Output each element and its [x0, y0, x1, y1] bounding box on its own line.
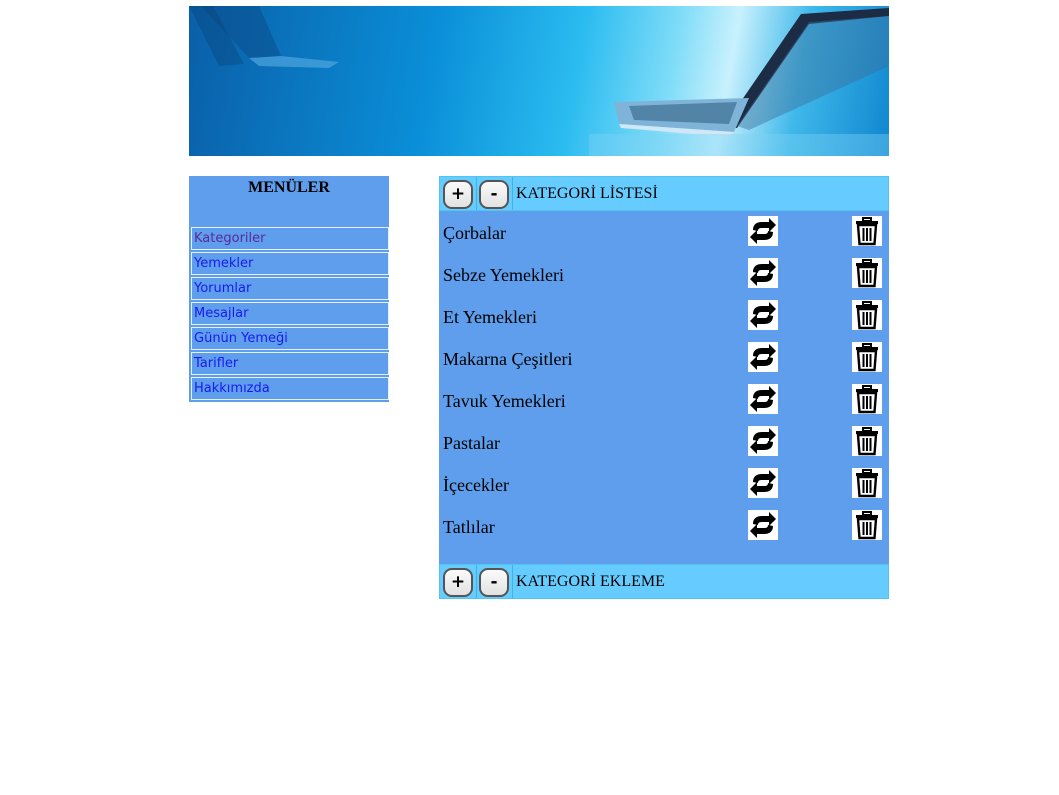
- trash-icon[interactable]: [852, 510, 882, 540]
- category-name: Pastalar: [443, 433, 500, 453]
- laptop-banner-image: [189, 6, 889, 156]
- menu-item-hakkimizda[interactable]: Hakkımızda: [191, 377, 389, 400]
- refresh-icon[interactable]: [748, 426, 778, 456]
- category-name: Sebze Yemekleri: [443, 265, 564, 285]
- category-row: Tavuk Yemekleri: [439, 380, 889, 422]
- category-row: Tatlılar: [439, 506, 889, 548]
- category-list-header: + - KATEGORİ LİSTESİ: [439, 176, 889, 211]
- trash-icon[interactable]: [852, 216, 882, 246]
- category-name: Tavuk Yemekleri: [443, 391, 566, 411]
- menu-item-tarifler[interactable]: Tarifler: [191, 352, 389, 375]
- collapse-button[interactable]: -: [479, 568, 509, 597]
- menu-item-mesajlar[interactable]: Mesajlar: [191, 302, 389, 325]
- refresh-icon[interactable]: [748, 468, 778, 498]
- category-name: Et Yemekleri: [443, 307, 537, 327]
- trash-icon[interactable]: [852, 468, 882, 498]
- divider: [512, 177, 513, 210]
- menu-item-yemekler[interactable]: Yemekler: [191, 252, 389, 275]
- divider: [512, 565, 513, 598]
- category-name: Makarna Çeşitleri: [443, 349, 573, 369]
- category-panel: + - KATEGORİ LİSTESİ Çorbalar Sebze Yemek…: [439, 176, 889, 599]
- category-add-header: + - KATEGORİ EKLEME: [439, 564, 889, 599]
- category-row: Çorbalar: [439, 212, 889, 254]
- category-row: Sebze Yemekleri: [439, 254, 889, 296]
- trash-icon[interactable]: [852, 426, 882, 456]
- refresh-icon[interactable]: [748, 258, 778, 288]
- category-name: Tatlılar: [443, 517, 495, 537]
- category-row: Pastalar: [439, 422, 889, 464]
- refresh-icon[interactable]: [748, 384, 778, 414]
- menu-item-gunun-yemegi[interactable]: Günün Yemeği: [191, 327, 389, 350]
- collapse-button[interactable]: -: [479, 180, 509, 209]
- category-list-title: KATEGORİ LİSTESİ: [516, 185, 658, 202]
- menu-item-yorumlar[interactable]: Yorumlar: [191, 277, 389, 300]
- category-name: Çorbalar: [443, 223, 506, 243]
- expand-button[interactable]: +: [443, 180, 473, 209]
- category-add-title: KATEGORİ EKLEME: [516, 573, 665, 590]
- refresh-icon[interactable]: [748, 300, 778, 330]
- sidebar-menu: MENÜLER Kategoriler Yemekler Yorumlar Me…: [189, 176, 389, 402]
- category-row: Makarna Çeşitleri: [439, 338, 889, 380]
- expand-button[interactable]: +: [443, 568, 473, 597]
- refresh-icon[interactable]: [748, 216, 778, 246]
- trash-icon[interactable]: [852, 384, 882, 414]
- trash-icon[interactable]: [852, 300, 882, 330]
- category-row: İçecekler: [439, 464, 889, 506]
- divider: [476, 177, 477, 210]
- trash-icon[interactable]: [852, 342, 882, 372]
- refresh-icon[interactable]: [748, 510, 778, 540]
- divider: [476, 565, 477, 598]
- menu-title: MENÜLER: [248, 179, 330, 196]
- trash-icon[interactable]: [852, 258, 882, 288]
- menu-item-kategoriler[interactable]: Kategoriler: [191, 227, 389, 250]
- refresh-icon[interactable]: [748, 342, 778, 372]
- category-row: Et Yemekleri: [439, 296, 889, 338]
- header-banner: [189, 6, 889, 156]
- category-name: İçecekler: [443, 475, 509, 495]
